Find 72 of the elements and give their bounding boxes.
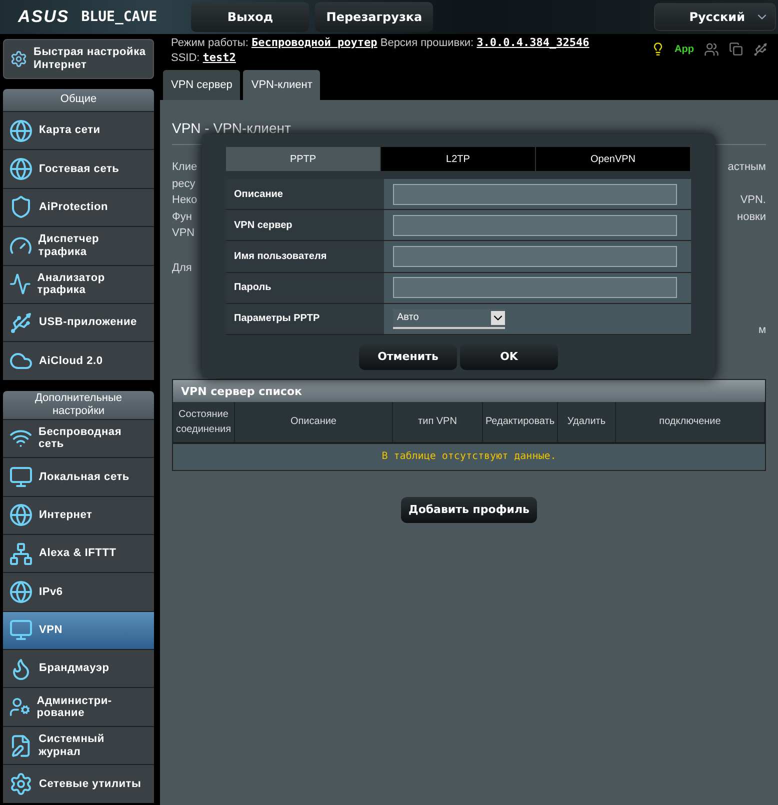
description-text: ресу: [172, 178, 196, 190]
description-text: Неко: [172, 194, 198, 206]
header-button[interactable]: Перезагрузка: [315, 2, 434, 32]
dialog-button[interactable]: Отменить: [359, 344, 457, 370]
sidebar-item[interactable]: Администри-рование: [3, 687, 154, 726]
input-field[interactable]: [393, 246, 677, 267]
tab[interactable]: VPN сервер: [163, 70, 240, 100]
field-label: Описание: [226, 179, 384, 210]
description-text: новки: [737, 210, 766, 223]
input-field[interactable]: [393, 184, 677, 205]
globe-icon: [9, 580, 33, 604]
sidebar-item[interactable]: VPN: [3, 610, 154, 650]
gear-icon: [9, 772, 33, 796]
shield-icon: [9, 195, 33, 220]
tab[interactable]: OpenVPN: [536, 147, 691, 171]
field-label: Пароль: [226, 272, 384, 303]
field-label: Имя пользователя: [226, 241, 384, 272]
sidebar-item[interactable]: Гостевая сеть: [3, 149, 154, 188]
pulse-icon: [9, 272, 32, 296]
language-dropdown[interactable]: Русский: [654, 3, 776, 31]
note-text: м: [758, 324, 766, 336]
globe-icon: [9, 118, 33, 143]
description-text: VPN: [172, 227, 195, 240]
tab[interactable]: PPTP: [226, 147, 381, 171]
sidebar-item[interactable]: IPv6: [3, 572, 154, 611]
logo: ASUS: [18, 7, 70, 27]
description-text: Фун: [172, 210, 192, 223]
sidebar-item[interactable]: Alexa & IFTTT: [3, 534, 154, 572]
tab[interactable]: VPN-клиент: [243, 70, 320, 100]
tab[interactable]: L2TP: [381, 147, 536, 171]
sidebar-item[interactable]: Карта сети: [3, 111, 154, 150]
monitor-icon: [9, 464, 33, 489]
sidebar-item[interactable]: Брандмауэр: [3, 649, 154, 688]
dialog-button[interactable]: OK: [460, 344, 558, 370]
select-field[interactable]: Авто: [393, 308, 505, 329]
note-text: Для: [172, 262, 192, 274]
router-info: Режим работы: Беспроводной роутер Версия прошивки: 3.0.0.4.384_32546 SSID: test2: [171, 36, 590, 66]
caret-icon: [491, 310, 505, 325]
add-profile-button[interactable]: Добавить профиль: [400, 496, 538, 522]
sidebar-item[interactable]: USB-приложение: [3, 302, 154, 342]
sidebar-item[interactable]: AiCloud 2.0: [3, 341, 154, 380]
sidebar-item[interactable]: Анализатор трафика: [3, 264, 154, 303]
network-icon: [9, 542, 33, 566]
model-name: BLUE_CAVE: [81, 9, 158, 25]
empty-message: В таблице отсутствуют данные.: [173, 442, 765, 470]
field-label: Параметры PPTP: [226, 304, 384, 334]
copy-icon[interactable]: [729, 42, 743, 56]
sidebar-item[interactable]: Системный журнал: [3, 726, 154, 764]
description-text: VPN.: [740, 194, 766, 206]
input-field[interactable]: [393, 214, 677, 236]
quick-setup-button[interactable]: Быстрая настройка Интернет: [3, 39, 154, 79]
globe-icon: [9, 503, 33, 528]
app-link[interactable]: App: [674, 44, 694, 54]
sidebar-item[interactable]: Диспетчер трафика: [3, 226, 154, 265]
users-icon[interactable]: [704, 42, 719, 56]
usb-icon: [9, 310, 33, 335]
sidebar-item[interactable]: Интернет: [3, 496, 154, 534]
input-field[interactable]: [393, 277, 677, 298]
sidebar-item[interactable]: Локальная сеть: [3, 457, 154, 496]
section-header: Общие: [3, 89, 154, 111]
usb-icon[interactable]: [753, 42, 768, 56]
section-header: Дополнительные настройки: [3, 390, 154, 419]
header-button[interactable]: Выход: [191, 2, 310, 32]
sidebar-item[interactable]: Сетевые утилиты: [3, 764, 154, 803]
sidebar-item[interactable]: Беспроводная сеть: [3, 418, 154, 458]
field-label: VPN сервер: [226, 210, 384, 240]
sidebar-item[interactable]: AiProtection: [3, 188, 154, 226]
monitor-icon: [9, 618, 33, 642]
description-text: Клие: [172, 161, 198, 174]
description-text: астным: [728, 161, 766, 174]
globe-icon: [9, 157, 33, 182]
table-title: VPN сервер список: [173, 380, 765, 402]
